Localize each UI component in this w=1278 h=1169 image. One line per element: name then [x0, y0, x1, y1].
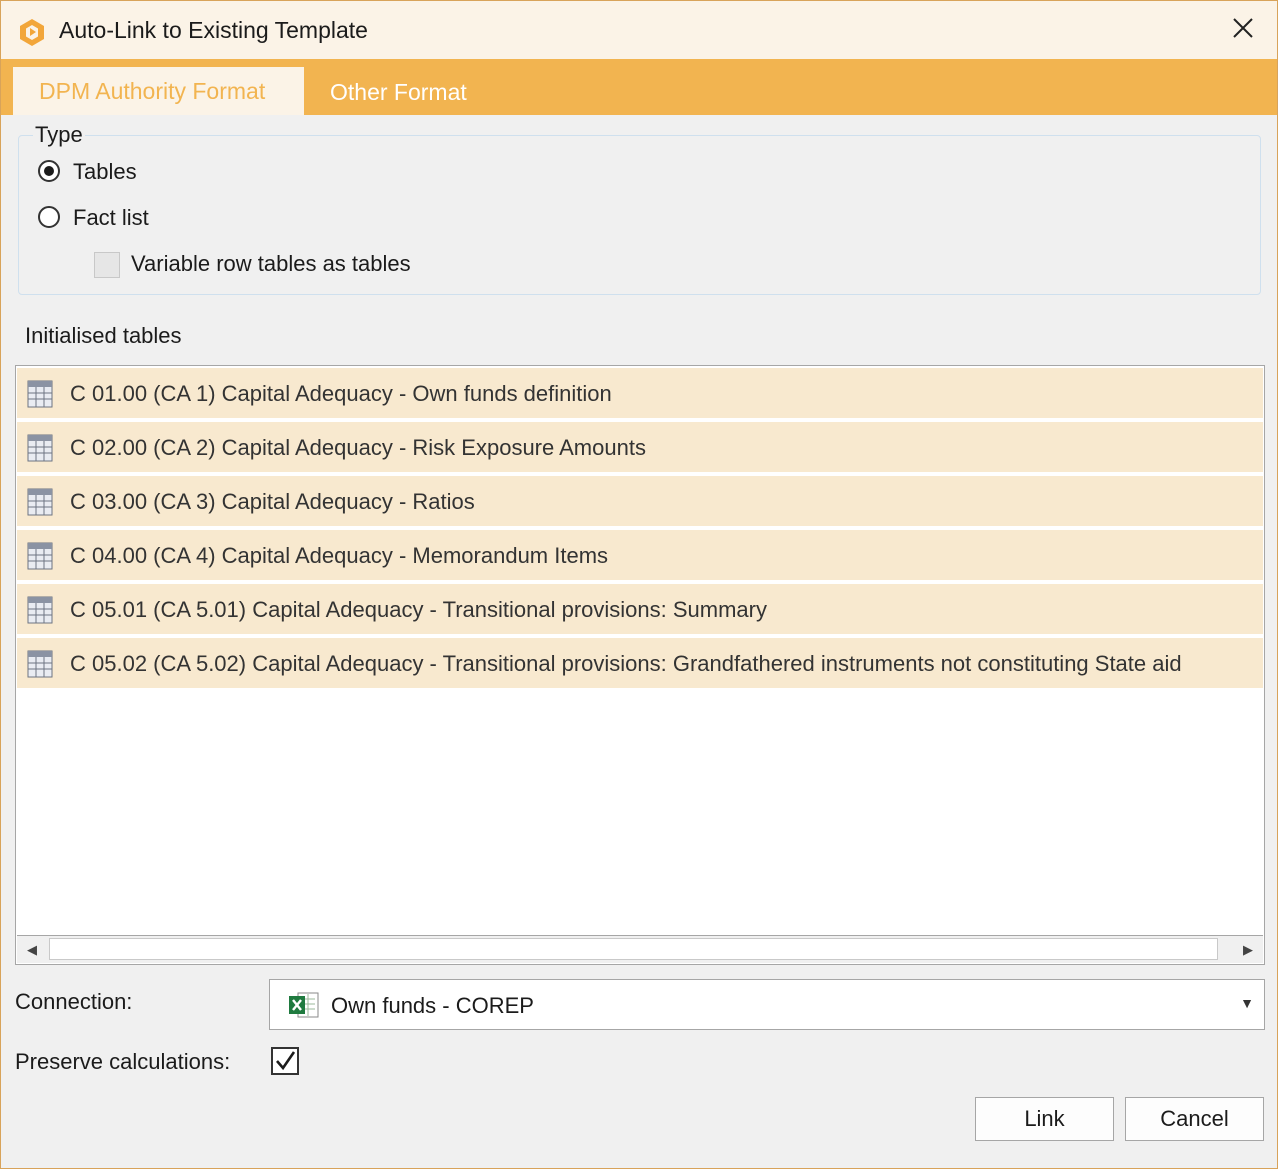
scroll-right-button[interactable]: ▶ — [1233, 936, 1263, 963]
dialog-window: Auto-Link to Existing Template DPM Autho… — [0, 0, 1278, 1169]
initialised-tables-label: Initialised tables — [25, 323, 182, 348]
table-icon — [27, 380, 53, 408]
table-row-label: C 05.02 (CA 5.02) Capital Adequacy - Tra… — [70, 651, 1182, 676]
table-row[interactable]: C 05.01 (CA 5.01) Capital Adequacy - Tra… — [17, 584, 1263, 636]
preserve-calculations-label: Preserve calculations: — [15, 1049, 231, 1074]
tables-radio[interactable] — [38, 160, 60, 182]
table-icon — [27, 650, 53, 678]
connection-dropdown[interactable]: Own funds - COREP ▼ — [269, 979, 1265, 1030]
tab-dpm-authority-format[interactable]: DPM Authority Format — [13, 67, 304, 115]
variable-row-tables-checkbox[interactable] — [94, 252, 120, 278]
close-button[interactable] — [1209, 1, 1277, 59]
table-row[interactable]: C 05.02 (CA 5.02) Capital Adequacy - Tra… — [17, 638, 1263, 690]
connection-label: Connection: — [15, 989, 133, 1014]
table-row[interactable]: C 04.00 (CA 4) Capital Adequacy - Memora… — [17, 530, 1263, 582]
table-row-label: C 02.00 (CA 2) Capital Adequacy - Risk E… — [70, 435, 646, 460]
link-button[interactable]: Link — [975, 1097, 1114, 1141]
horizontal-scrollbar[interactable]: ◀ ▶ — [17, 935, 1263, 963]
excel-icon — [288, 990, 320, 1020]
fact-list-radio[interactable] — [38, 206, 60, 228]
table-row[interactable]: C 02.00 (CA 2) Capital Adequacy - Risk E… — [17, 422, 1263, 474]
scroll-left-button[interactable]: ◀ — [17, 936, 47, 963]
tables-radio-label[interactable]: Tables — [73, 159, 137, 185]
table-icon — [27, 542, 53, 570]
app-logo-icon — [17, 17, 47, 47]
scrollbar-thumb[interactable] — [49, 938, 1218, 960]
cancel-button[interactable]: Cancel — [1125, 1097, 1264, 1141]
table-icon — [27, 596, 53, 624]
table-row-label: C 04.00 (CA 4) Capital Adequacy - Memora… — [70, 543, 609, 568]
window-title: Auto-Link to Existing Template — [59, 17, 368, 43]
type-group-legend: Type — [33, 122, 85, 148]
triangle-right-icon: ▶ — [1243, 941, 1253, 957]
tab-other-format[interactable]: Other Format — [304, 59, 524, 115]
tab-strip: DPM Authority Format Other Format — [1, 59, 1277, 115]
close-icon — [1232, 17, 1254, 44]
table-row-label: C 05.01 (CA 5.01) Capital Adequacy - Tra… — [70, 597, 767, 622]
variable-row-tables-label: Variable row tables as tables — [131, 251, 411, 276]
connection-value: Own funds - COREP — [331, 993, 534, 1018]
preserve-calculations-checkbox[interactable] — [271, 1047, 299, 1075]
initialised-tables-list[interactable]: C 01.00 (CA 1) Capital Adequacy - Own fu… — [15, 365, 1265, 965]
table-icon — [27, 488, 53, 516]
table-row-label: C 03.00 (CA 3) Capital Adequacy - Ratios — [70, 489, 475, 514]
title-bar: Auto-Link to Existing Template — [1, 1, 1277, 59]
table-row-label: C 01.00 (CA 1) Capital Adequacy - Own fu… — [70, 381, 612, 406]
chevron-down-icon: ▼ — [1240, 995, 1254, 1011]
triangle-left-icon: ◀ — [27, 941, 37, 957]
table-row[interactable]: C 01.00 (CA 1) Capital Adequacy - Own fu… — [17, 368, 1263, 420]
table-row[interactable]: C 03.00 (CA 3) Capital Adequacy - Ratios — [17, 476, 1263, 528]
fact-list-radio-label[interactable]: Fact list — [73, 205, 149, 231]
table-icon — [27, 434, 53, 462]
